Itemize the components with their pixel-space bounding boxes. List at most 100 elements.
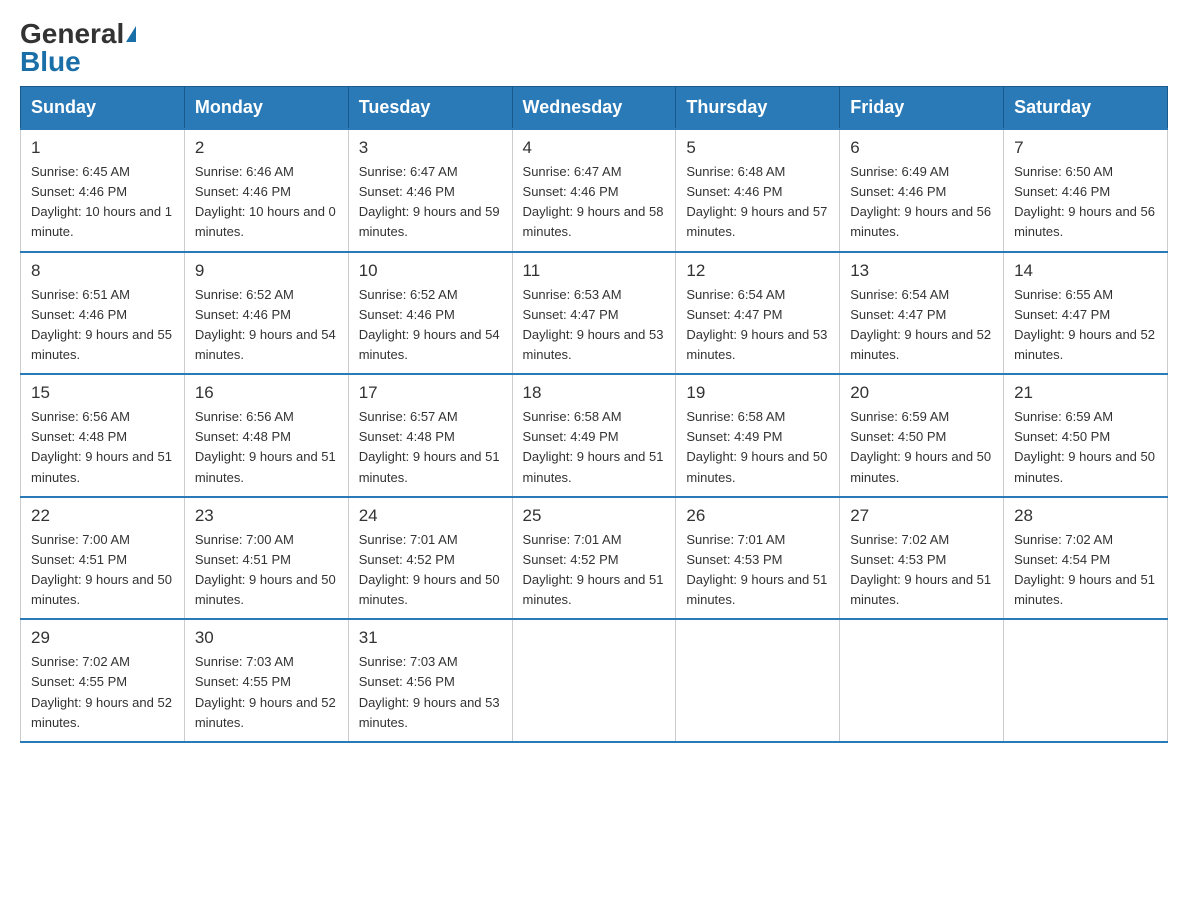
day-info: Sunrise: 6:59 AMSunset: 4:50 PMDaylight:… [850,407,993,488]
day-number: 4 [523,138,666,158]
day-info: Sunrise: 6:51 AMSunset: 4:46 PMDaylight:… [31,285,174,366]
logo: General Blue [20,20,136,76]
day-info: Sunrise: 7:01 AMSunset: 4:53 PMDaylight:… [686,530,829,611]
week-row-4: 22 Sunrise: 7:00 AMSunset: 4:51 PMDaylig… [21,497,1168,620]
day-number: 17 [359,383,502,403]
day-number: 23 [195,506,338,526]
day-info: Sunrise: 6:53 AMSunset: 4:47 PMDaylight:… [523,285,666,366]
day-number: 28 [1014,506,1157,526]
day-number: 1 [31,138,174,158]
day-number: 18 [523,383,666,403]
day-cell: 20 Sunrise: 6:59 AMSunset: 4:50 PMDaylig… [840,374,1004,497]
day-number: 24 [359,506,502,526]
day-number: 9 [195,261,338,281]
day-cell: 17 Sunrise: 6:57 AMSunset: 4:48 PMDaylig… [348,374,512,497]
logo-general-text: General [20,20,124,48]
header-friday: Friday [840,87,1004,130]
day-cell: 24 Sunrise: 7:01 AMSunset: 4:52 PMDaylig… [348,497,512,620]
day-info: Sunrise: 7:02 AMSunset: 4:53 PMDaylight:… [850,530,993,611]
day-info: Sunrise: 6:58 AMSunset: 4:49 PMDaylight:… [523,407,666,488]
day-cell: 2 Sunrise: 6:46 AMSunset: 4:46 PMDayligh… [184,129,348,252]
day-cell: 14 Sunrise: 6:55 AMSunset: 4:47 PMDaylig… [1004,252,1168,375]
day-number: 6 [850,138,993,158]
day-info: Sunrise: 6:49 AMSunset: 4:46 PMDaylight:… [850,162,993,243]
day-cell: 9 Sunrise: 6:52 AMSunset: 4:46 PMDayligh… [184,252,348,375]
day-cell: 12 Sunrise: 6:54 AMSunset: 4:47 PMDaylig… [676,252,840,375]
day-number: 8 [31,261,174,281]
day-number: 25 [523,506,666,526]
day-number: 26 [686,506,829,526]
day-info: Sunrise: 7:03 AMSunset: 4:55 PMDaylight:… [195,652,338,733]
day-cell: 1 Sunrise: 6:45 AMSunset: 4:46 PMDayligh… [21,129,185,252]
day-number: 10 [359,261,502,281]
day-cell: 22 Sunrise: 7:00 AMSunset: 4:51 PMDaylig… [21,497,185,620]
week-row-5: 29 Sunrise: 7:02 AMSunset: 4:55 PMDaylig… [21,619,1168,742]
day-info: Sunrise: 7:00 AMSunset: 4:51 PMDaylight:… [31,530,174,611]
day-cell: 4 Sunrise: 6:47 AMSunset: 4:46 PMDayligh… [512,129,676,252]
day-info: Sunrise: 7:00 AMSunset: 4:51 PMDaylight:… [195,530,338,611]
day-number: 16 [195,383,338,403]
day-number: 2 [195,138,338,158]
day-info: Sunrise: 6:54 AMSunset: 4:47 PMDaylight:… [686,285,829,366]
day-info: Sunrise: 6:48 AMSunset: 4:46 PMDaylight:… [686,162,829,243]
day-cell: 6 Sunrise: 6:49 AMSunset: 4:46 PMDayligh… [840,129,1004,252]
day-cell [512,619,676,742]
week-row-3: 15 Sunrise: 6:56 AMSunset: 4:48 PMDaylig… [21,374,1168,497]
day-cell: 7 Sunrise: 6:50 AMSunset: 4:46 PMDayligh… [1004,129,1168,252]
day-info: Sunrise: 6:50 AMSunset: 4:46 PMDaylight:… [1014,162,1157,243]
day-info: Sunrise: 6:46 AMSunset: 4:46 PMDaylight:… [195,162,338,243]
week-row-2: 8 Sunrise: 6:51 AMSunset: 4:46 PMDayligh… [21,252,1168,375]
header-monday: Monday [184,87,348,130]
day-number: 30 [195,628,338,648]
day-number: 14 [1014,261,1157,281]
day-number: 21 [1014,383,1157,403]
header-wednesday: Wednesday [512,87,676,130]
day-info: Sunrise: 6:52 AMSunset: 4:46 PMDaylight:… [195,285,338,366]
day-number: 29 [31,628,174,648]
day-info: Sunrise: 6:45 AMSunset: 4:46 PMDaylight:… [31,162,174,243]
day-cell: 28 Sunrise: 7:02 AMSunset: 4:54 PMDaylig… [1004,497,1168,620]
day-cell: 23 Sunrise: 7:00 AMSunset: 4:51 PMDaylig… [184,497,348,620]
day-cell: 21 Sunrise: 6:59 AMSunset: 4:50 PMDaylig… [1004,374,1168,497]
week-row-1: 1 Sunrise: 6:45 AMSunset: 4:46 PMDayligh… [21,129,1168,252]
day-cell: 19 Sunrise: 6:58 AMSunset: 4:49 PMDaylig… [676,374,840,497]
day-info: Sunrise: 6:55 AMSunset: 4:47 PMDaylight:… [1014,285,1157,366]
day-number: 11 [523,261,666,281]
day-number: 12 [686,261,829,281]
day-cell: 18 Sunrise: 6:58 AMSunset: 4:49 PMDaylig… [512,374,676,497]
day-number: 7 [1014,138,1157,158]
day-info: Sunrise: 6:47 AMSunset: 4:46 PMDaylight:… [359,162,502,243]
day-number: 20 [850,383,993,403]
day-cell: 5 Sunrise: 6:48 AMSunset: 4:46 PMDayligh… [676,129,840,252]
header-thursday: Thursday [676,87,840,130]
day-cell: 11 Sunrise: 6:53 AMSunset: 4:47 PMDaylig… [512,252,676,375]
day-number: 22 [31,506,174,526]
day-info: Sunrise: 6:59 AMSunset: 4:50 PMDaylight:… [1014,407,1157,488]
logo-triangle-icon [126,26,136,42]
logo-blue-text: Blue [20,48,81,76]
header-tuesday: Tuesday [348,87,512,130]
day-number: 31 [359,628,502,648]
day-info: Sunrise: 6:47 AMSunset: 4:46 PMDaylight:… [523,162,666,243]
day-info: Sunrise: 6:54 AMSunset: 4:47 PMDaylight:… [850,285,993,366]
day-cell: 25 Sunrise: 7:01 AMSunset: 4:52 PMDaylig… [512,497,676,620]
day-cell: 8 Sunrise: 6:51 AMSunset: 4:46 PMDayligh… [21,252,185,375]
day-info: Sunrise: 6:52 AMSunset: 4:46 PMDaylight:… [359,285,502,366]
day-info: Sunrise: 6:56 AMSunset: 4:48 PMDaylight:… [195,407,338,488]
day-info: Sunrise: 7:02 AMSunset: 4:54 PMDaylight:… [1014,530,1157,611]
day-cell [1004,619,1168,742]
day-number: 19 [686,383,829,403]
day-number: 15 [31,383,174,403]
header-sunday: Sunday [21,87,185,130]
day-cell: 30 Sunrise: 7:03 AMSunset: 4:55 PMDaylig… [184,619,348,742]
day-cell: 29 Sunrise: 7:02 AMSunset: 4:55 PMDaylig… [21,619,185,742]
day-number: 27 [850,506,993,526]
day-info: Sunrise: 7:03 AMSunset: 4:56 PMDaylight:… [359,652,502,733]
day-cell: 13 Sunrise: 6:54 AMSunset: 4:47 PMDaylig… [840,252,1004,375]
day-cell: 10 Sunrise: 6:52 AMSunset: 4:46 PMDaylig… [348,252,512,375]
header-saturday: Saturday [1004,87,1168,130]
day-info: Sunrise: 6:56 AMSunset: 4:48 PMDaylight:… [31,407,174,488]
calendar-table: SundayMondayTuesdayWednesdayThursdayFrid… [20,86,1168,743]
day-cell: 3 Sunrise: 6:47 AMSunset: 4:46 PMDayligh… [348,129,512,252]
day-info: Sunrise: 7:02 AMSunset: 4:55 PMDaylight:… [31,652,174,733]
